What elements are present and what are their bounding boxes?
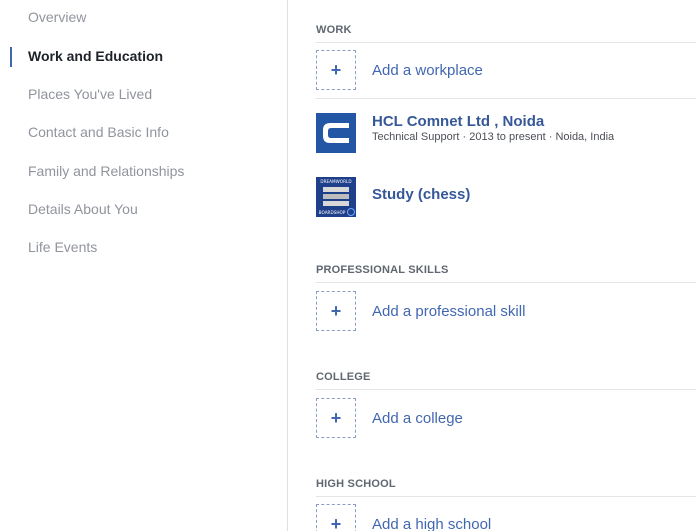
add-high-school-button[interactable]: + Add a high school: [316, 504, 491, 531]
divider: [316, 496, 696, 497]
work-entry-study: DREAMWORLD BOARDSHOP Study (chess): [316, 177, 470, 217]
section-title-professional-skills: PROFESSIONAL SKILLS: [316, 264, 449, 276]
active-indicator: [10, 47, 12, 67]
plus-icon: +: [316, 504, 356, 531]
sidebar-item-overview[interactable]: Overview: [28, 9, 86, 25]
add-workplace-label: Add a workplace: [372, 61, 483, 79]
section-title-work: WORK: [316, 24, 352, 36]
dreamworld-logo-icon[interactable]: DREAMWORLD BOARDSHOP: [316, 177, 356, 217]
add-professional-skill-button[interactable]: + Add a professional skill: [316, 291, 525, 331]
logo-text-top: DREAMWORLD: [320, 179, 351, 184]
add-high-school-label: Add a high school: [372, 515, 492, 531]
work-entry-hcl: HCL Comnet Ltd , Noida Technical Support…: [316, 113, 614, 153]
section-title-college: COLLEGE: [316, 371, 371, 383]
sidebar-item-places-lived[interactable]: Places You've Lived: [28, 86, 152, 102]
sidebar-nav: Overview Work and Education Places You'v…: [0, 0, 288, 531]
sidebar-item-life-events[interactable]: Life Events: [28, 239, 97, 255]
divider: [316, 98, 696, 99]
main-content: WORK + Add a workplace HCL Comnet Ltd , …: [289, 0, 696, 531]
sidebar-item-details-about-you[interactable]: Details About You: [28, 201, 138, 217]
plus-icon: +: [316, 291, 356, 331]
add-college-label: Add a college: [372, 409, 463, 427]
work-entry-detail: Technical Support · 2013 to present · No…: [372, 131, 615, 143]
sidebar-item-contact-info[interactable]: Contact and Basic Info: [28, 124, 169, 140]
plus-icon: +: [316, 398, 356, 438]
add-workplace-button[interactable]: + Add a workplace: [316, 50, 483, 90]
sidebar-item-work-and-education[interactable]: Work and Education: [28, 48, 163, 64]
add-college-button[interactable]: + Add a college: [316, 398, 463, 438]
add-professional-skill-label: Add a professional skill: [372, 302, 526, 320]
divider: [316, 282, 696, 283]
company-logo-icon[interactable]: [316, 113, 356, 153]
sidebar-item-family-relationships[interactable]: Family and Relationships: [28, 163, 184, 179]
section-title-high-school: HIGH SCHOOL: [316, 478, 396, 490]
divider: [316, 389, 696, 390]
logo-text-bottom: BOARDSHOP: [319, 210, 346, 215]
divider: [316, 42, 696, 43]
work-entry-name[interactable]: HCL Comnet Ltd , Noida: [372, 113, 614, 130]
plus-icon: +: [316, 50, 356, 90]
work-entry-name[interactable]: Study (chess): [372, 186, 470, 203]
